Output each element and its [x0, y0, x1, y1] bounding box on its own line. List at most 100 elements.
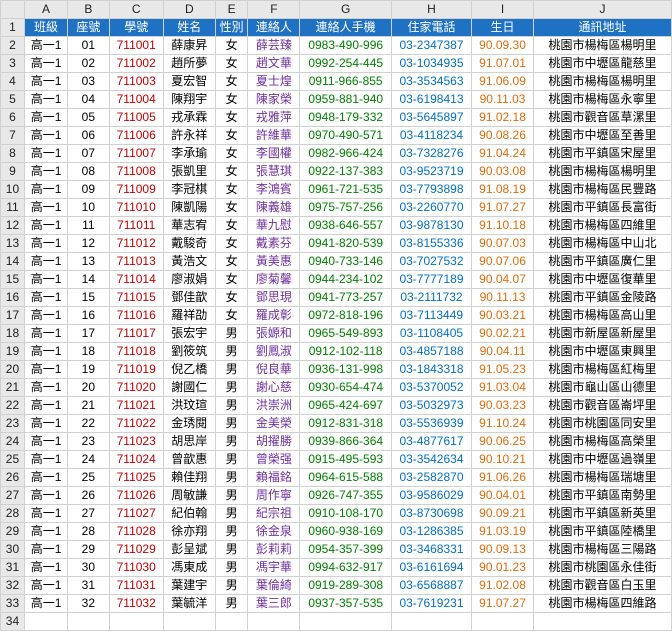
cell-class[interactable]: 高一1 — [24, 127, 67, 145]
cell-birth[interactable]: 90.07.06 — [471, 253, 533, 271]
col-head-B[interactable]: B — [68, 1, 109, 19]
cell-name[interactable]: 曾歆惠 — [163, 451, 215, 469]
cell-home[interactable]: 03-4118234 — [391, 127, 471, 145]
cell-birth[interactable]: 91.02.08 — [471, 577, 533, 595]
cell-id[interactable]: 711003 — [109, 73, 163, 91]
cell-class[interactable]: 高一1 — [24, 487, 67, 505]
cell-id[interactable]: 711017 — [109, 325, 163, 343]
cell-mobile[interactable]: 0930-654-474 — [300, 379, 392, 397]
cell-addr[interactable]: 桃園市中壢區至善里 — [534, 127, 672, 145]
cell-name[interactable]: 張凱里 — [163, 163, 215, 181]
row-head[interactable]: 32 — [1, 577, 25, 595]
header-cell[interactable]: 生日 — [471, 19, 533, 37]
cell-contact[interactable]: 薛芸臻 — [248, 37, 300, 55]
cell-id[interactable]: 711018 — [109, 343, 163, 361]
cell-id[interactable]: 711032 — [109, 595, 163, 613]
cell-class[interactable]: 高一1 — [24, 595, 67, 613]
cell-contact[interactable]: 賴福銘 — [248, 469, 300, 487]
cell-home[interactable]: 03-3468331 — [391, 541, 471, 559]
cell-contact[interactable]: 葉倫綺 — [248, 577, 300, 595]
cell-id[interactable]: 711013 — [109, 253, 163, 271]
cell-home[interactable]: 03-1034935 — [391, 55, 471, 73]
cell-gender[interactable]: 男 — [215, 487, 248, 505]
cell-seat[interactable]: 24 — [68, 451, 109, 469]
cell-seat[interactable]: 13 — [68, 253, 109, 271]
cell-birth[interactable]: 91.10.18 — [471, 217, 533, 235]
cell-gender[interactable]: 女 — [215, 181, 248, 199]
row-head[interactable]: 29 — [1, 523, 25, 541]
row-head[interactable]: 17 — [1, 307, 25, 325]
cell-contact[interactable]: 謝心慈 — [248, 379, 300, 397]
row-head[interactable]: 28 — [1, 505, 25, 523]
cell-name[interactable]: 趙所夢 — [163, 55, 215, 73]
cell-addr[interactable]: 桃園市楊梅區永寧里 — [534, 91, 672, 109]
cell-gender[interactable]: 男 — [215, 325, 248, 343]
cell-home[interactable]: 03-7113449 — [391, 307, 471, 325]
cell-name[interactable]: 賴佳翔 — [163, 469, 215, 487]
cell-gender[interactable]: 男 — [215, 343, 248, 361]
cell-birth[interactable]: 90.07.03 — [471, 235, 533, 253]
cell-mobile[interactable]: 0983-490-996 — [300, 37, 392, 55]
cell-mobile[interactable]: 0965-549-893 — [300, 325, 392, 343]
cell-name[interactable]: 周敏謙 — [163, 487, 215, 505]
cell-contact[interactable]: 紀宗祖 — [248, 505, 300, 523]
cell-class[interactable]: 高一1 — [24, 505, 67, 523]
cell-mobile[interactable]: 0939-866-364 — [300, 433, 392, 451]
cell-birth[interactable]: 90.02.21 — [471, 325, 533, 343]
cell-addr[interactable]: 桃園市楊梅區民豐路 — [534, 181, 672, 199]
cell-seat[interactable]: 04 — [68, 91, 109, 109]
cell-contact[interactable]: 羅成彰 — [248, 307, 300, 325]
cell-mobile[interactable]: 0964-615-588 — [300, 469, 392, 487]
col-head-H[interactable]: H — [391, 1, 471, 19]
cell-class[interactable]: 高一1 — [24, 415, 67, 433]
cell-seat[interactable]: 28 — [68, 523, 109, 541]
empty-cell[interactable] — [24, 613, 67, 631]
row-head[interactable]: 6 — [1, 109, 25, 127]
cell-contact[interactable]: 陳家榮 — [248, 91, 300, 109]
cell-id[interactable]: 711010 — [109, 199, 163, 217]
cell-addr[interactable]: 桃園市平鎮區新英里 — [534, 505, 672, 523]
header-cell[interactable]: 姓名 — [163, 19, 215, 37]
cell-class[interactable]: 高一1 — [24, 145, 67, 163]
cell-id[interactable]: 711023 — [109, 433, 163, 451]
cell-mobile[interactable]: 0948-179-332 — [300, 109, 392, 127]
header-cell[interactable]: 連絡人手機 — [300, 19, 392, 37]
cell-gender[interactable]: 女 — [215, 127, 248, 145]
cell-class[interactable]: 高一1 — [24, 37, 67, 55]
cell-seat[interactable]: 14 — [68, 271, 109, 289]
cell-mobile[interactable]: 0912-102-118 — [300, 343, 392, 361]
cell-class[interactable]: 高一1 — [24, 163, 67, 181]
cell-contact[interactable]: 李鴻賓 — [248, 181, 300, 199]
empty-cell[interactable] — [534, 613, 672, 631]
cell-name[interactable]: 洪玟瑄 — [163, 397, 215, 415]
cell-mobile[interactable]: 0970-490-571 — [300, 127, 392, 145]
cell-class[interactable]: 高一1 — [24, 271, 67, 289]
cell-id[interactable]: 711022 — [109, 415, 163, 433]
cell-class[interactable]: 高一1 — [24, 181, 67, 199]
header-cell[interactable]: 通訊地址 — [534, 19, 672, 37]
cell-class[interactable]: 高一1 — [24, 433, 67, 451]
cell-id[interactable]: 711014 — [109, 271, 163, 289]
row-head-1[interactable]: 1 — [1, 19, 25, 37]
cell-gender[interactable]: 女 — [215, 307, 248, 325]
cell-class[interactable]: 高一1 — [24, 379, 67, 397]
cell-name[interactable]: 張宏宇 — [163, 325, 215, 343]
cell-mobile[interactable]: 0910-108-170 — [300, 505, 392, 523]
cell-birth[interactable]: 90.03.21 — [471, 307, 533, 325]
cell-home[interactable]: 03-1286385 — [391, 523, 471, 541]
cell-mobile[interactable]: 0959-881-940 — [300, 91, 392, 109]
cell-contact[interactable]: 馮宇華 — [248, 559, 300, 577]
row-head-34[interactable]: 34 — [1, 613, 25, 631]
cell-home[interactable]: 03-5032973 — [391, 397, 471, 415]
cell-name[interactable]: 廖淑娟 — [163, 271, 215, 289]
cell-home[interactable]: 03-9878130 — [391, 217, 471, 235]
cell-gender[interactable]: 女 — [215, 271, 248, 289]
cell-contact[interactable]: 周作寧 — [248, 487, 300, 505]
cell-contact[interactable]: 華九慰 — [248, 217, 300, 235]
cell-gender[interactable]: 男 — [215, 523, 248, 541]
cell-id[interactable]: 711031 — [109, 577, 163, 595]
cell-home[interactable]: 03-6198413 — [391, 91, 471, 109]
row-head[interactable]: 15 — [1, 271, 25, 289]
cell-gender[interactable]: 男 — [215, 415, 248, 433]
cell-birth[interactable]: 90.04.01 — [471, 487, 533, 505]
